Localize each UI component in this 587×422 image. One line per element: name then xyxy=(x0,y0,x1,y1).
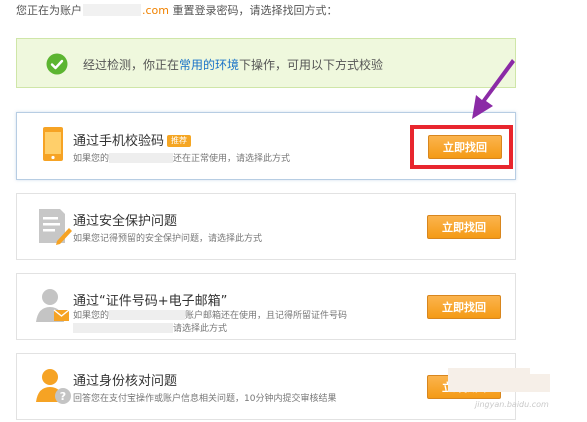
notice-message: 经过检测，你正在常用的环境下操作，可用以下方式校验 xyxy=(83,58,384,72)
method-card-id-email[interactable]: 通过“证件号码+电子邮箱” 如果您的 账户邮箱还在使用，且记得所留证件号码 请选择… xyxy=(16,273,516,340)
method-title: 通过身份核对问题 xyxy=(73,374,178,389)
recover-button-id-email[interactable]: 立即找回 xyxy=(427,295,501,319)
document-edit-icon xyxy=(39,209,72,245)
user-mail-icon xyxy=(36,289,70,322)
method-card-identity-check[interactable]: ? 通过身份核对问题 回答您在支付宝操作或账户信息相关问题，10分钟内提交审核结… xyxy=(16,353,516,420)
check-circle-icon xyxy=(46,53,68,75)
environment-notice: 经过检测，你正在常用的环境下操作，可用以下方式校验 xyxy=(16,38,516,88)
method-description: 回答您在支付宝操作或账户信息相关问题，10分钟内提交审核结果 xyxy=(73,394,337,404)
recommended-badge: 推荐 xyxy=(167,135,192,147)
method-title: 通过“证件号码+电子邮箱” xyxy=(73,294,228,309)
environment-highlight: 常用的环境 xyxy=(179,58,240,72)
intro-text: 您正在为账户 .com 重置登录密码，请选择找回方式： xyxy=(16,4,338,17)
method-description: 如果您记得预留的安全保护问题，请选择此方式 xyxy=(73,234,263,244)
recover-button-security-question[interactable]: 立即找回 xyxy=(427,215,501,239)
user-question-icon: ? xyxy=(36,369,71,404)
watermark-blot xyxy=(448,368,530,392)
watermark-blot xyxy=(520,374,550,392)
watermark: jingyan.baidu.com xyxy=(475,400,549,409)
method-description: 如果您的 账户邮箱还在使用，且记得所留证件号码 请选择此方式 xyxy=(73,310,348,334)
svg-text:?: ? xyxy=(60,390,66,403)
method-title: 通过手机校验码 推荐 xyxy=(73,130,192,149)
phone-icon xyxy=(43,127,63,161)
highlight-box xyxy=(410,125,513,169)
pointer-arrow-icon xyxy=(472,59,515,119)
method-title: 通过安全保护问题 xyxy=(73,214,178,229)
redacted-account xyxy=(83,4,141,16)
method-card-security-question[interactable]: 通过安全保护问题 如果您记得预留的安全保护问题，请选择此方式 立即找回 xyxy=(16,193,516,260)
method-description: 如果您的 还在正常使用，请选择此方式 xyxy=(73,153,291,164)
